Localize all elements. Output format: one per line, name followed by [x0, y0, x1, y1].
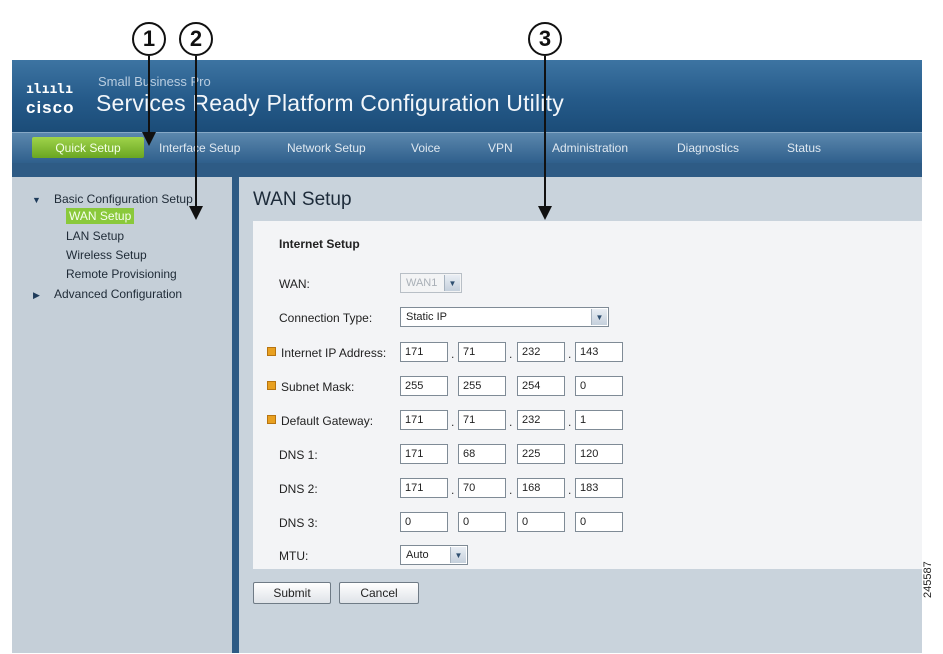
dns1-octet-2[interactable]: 68	[458, 444, 506, 464]
page-title: WAN Setup	[253, 189, 352, 210]
dns3-octet-1[interactable]: 0	[400, 512, 448, 532]
config-utility-window: ılıılı cisco Small Business Pro Services…	[12, 60, 922, 653]
internet-ip-octet-3[interactable]: 232	[517, 342, 565, 362]
octet-separator: .	[568, 483, 572, 497]
callout-3-arrow-icon	[538, 206, 552, 220]
figure-id: 245587	[922, 561, 934, 598]
chevron-down-icon: ▼	[450, 547, 466, 563]
dns2-octet-2[interactable]: 70	[458, 478, 506, 498]
required-marker-icon	[267, 381, 276, 390]
callout-1-arrow-icon	[142, 132, 156, 146]
main-content: WAN Setup Internet Setup WAN: WAN1 ▼ Con…	[239, 177, 922, 653]
octet-separator: .	[451, 347, 455, 361]
required-marker-icon	[267, 415, 276, 424]
sidebar-item-wireless-setup[interactable]: Wireless Setup	[66, 248, 147, 262]
dns2-label: DNS 2:	[279, 482, 318, 496]
collapsed-arrow-icon[interactable]: ▶	[33, 290, 40, 301]
octet-separator: .	[568, 347, 572, 361]
nav-interface-setup[interactable]: Interface Setup	[159, 141, 240, 155]
default-gateway-octet-1[interactable]: 171	[400, 410, 448, 430]
octet-separator: .	[568, 415, 572, 429]
nav-diagnostics[interactable]: Diagnostics	[677, 141, 739, 155]
default-gateway-octet-4[interactable]: 1	[575, 410, 623, 430]
internet-ip-octet-2[interactable]: 71	[458, 342, 506, 362]
sidebar-border	[232, 177, 239, 653]
connection-type-value: Static IP	[406, 311, 447, 323]
dns2-octet-1[interactable]: 171	[400, 478, 448, 498]
nav-voice[interactable]: Voice	[411, 141, 440, 155]
dns3-octet-3[interactable]: 0	[517, 512, 565, 532]
dns3-octet-2[interactable]: 0	[458, 512, 506, 532]
app-title: Services Ready Platform Configuration Ut…	[96, 90, 564, 116]
chevron-down-icon: ▼	[591, 309, 607, 325]
internet-ip-label-text: Internet IP Address:	[281, 346, 387, 360]
sidebar-item-remote-provisioning[interactable]: Remote Provisioning	[66, 267, 177, 281]
octet-separator: .	[451, 483, 455, 497]
default-gateway-label-text: Default Gateway:	[281, 414, 374, 428]
sidebar-item-lan-setup[interactable]: LAN Setup	[66, 229, 124, 243]
cancel-button[interactable]: Cancel	[339, 582, 419, 604]
default-gateway-label: Default Gateway:	[267, 414, 373, 428]
octet-separator: .	[509, 347, 513, 361]
nav-network-setup[interactable]: Network Setup	[287, 141, 366, 155]
wan-select: WAN1 ▼	[400, 273, 462, 293]
default-gateway-octet-2[interactable]: 71	[458, 410, 506, 430]
octet-separator: .	[451, 415, 455, 429]
callout-1-leader	[148, 56, 150, 134]
callout-1: 1	[132, 22, 166, 56]
chevron-down-icon: ▼	[444, 275, 460, 291]
sidebar-group-basic[interactable]: Basic Configuration Setup	[54, 192, 193, 206]
callout-3-leader	[544, 56, 546, 208]
nav-status[interactable]: Status	[787, 141, 821, 155]
product-line: Small Business Pro	[98, 74, 211, 89]
dns3-octet-4[interactable]: 0	[575, 512, 623, 532]
octet-separator: .	[509, 483, 513, 497]
mtu-select[interactable]: Auto ▼	[400, 545, 468, 565]
dns3-label: DNS 3:	[279, 516, 318, 530]
connection-type-select[interactable]: Static IP ▼	[400, 307, 609, 327]
internet-ip-label: Internet IP Address:	[267, 346, 386, 360]
dns1-octet-3[interactable]: 225	[517, 444, 565, 464]
sidebar-item-wan-setup[interactable]: WAN Setup	[66, 208, 135, 224]
dns2-octet-4[interactable]: 183	[575, 478, 623, 498]
required-marker-icon	[267, 347, 276, 356]
subnet-mask-octet-1[interactable]: 255	[400, 376, 448, 396]
connection-type-label: Connection Type:	[279, 311, 373, 325]
internet-setup-panel: Internet Setup WAN: WAN1 ▼ Connection Ty…	[253, 221, 922, 569]
subnet-mask-label-text: Subnet Mask:	[281, 380, 355, 394]
nav-administration[interactable]: Administration	[552, 141, 628, 155]
wan-label: WAN:	[279, 277, 310, 291]
callout-3: 3	[528, 22, 562, 56]
dns1-label: DNS 1:	[279, 448, 318, 462]
dns1-octet-1[interactable]: 171	[400, 444, 448, 464]
octet-separator: .	[509, 415, 513, 429]
section-title: Internet Setup	[279, 237, 360, 251]
cisco-logo-bars-icon: ılıılı	[26, 82, 73, 97]
sidebar: ▼ Basic Configuration Setup WAN Setup LA…	[12, 177, 232, 653]
sidebar-item-label: WAN Setup	[66, 208, 135, 224]
subnet-mask-octet-4[interactable]: 0	[575, 376, 623, 396]
callout-2-leader	[195, 56, 197, 208]
nav-divider	[12, 163, 922, 177]
callout-2: 2	[179, 22, 213, 56]
mtu-value: Auto	[406, 549, 429, 561]
internet-ip-octet-1[interactable]: 171	[400, 342, 448, 362]
subnet-mask-octet-3[interactable]: 254	[517, 376, 565, 396]
dns1-octet-4[interactable]: 120	[575, 444, 623, 464]
internet-ip-octet-4[interactable]: 143	[575, 342, 623, 362]
cisco-logo: cisco	[26, 98, 75, 117]
dns2-octet-3[interactable]: 168	[517, 478, 565, 498]
default-gateway-octet-3[interactable]: 232	[517, 410, 565, 430]
mtu-label: MTU:	[279, 549, 309, 563]
nav-vpn[interactable]: VPN	[488, 141, 513, 155]
subnet-mask-label: Subnet Mask:	[267, 380, 354, 394]
subnet-mask-octet-2[interactable]: 255	[458, 376, 506, 396]
expanded-arrow-icon[interactable]: ▼	[32, 195, 41, 205]
wan-value: WAN1	[406, 277, 438, 289]
sidebar-group-advanced[interactable]: Advanced Configuration	[54, 287, 182, 301]
callout-2-arrow-icon	[189, 206, 203, 220]
submit-button[interactable]: Submit	[253, 582, 331, 604]
nav-quick-setup[interactable]: Quick Setup	[32, 137, 144, 158]
